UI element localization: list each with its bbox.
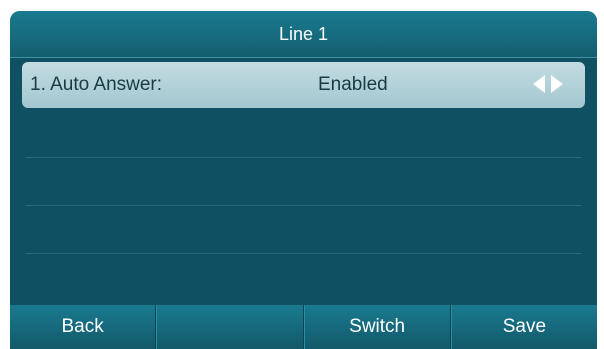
setting-value[interactable]: Enabled: [318, 62, 388, 108]
page-title: Line 1: [278, 23, 329, 44]
value-switcher[interactable]: [533, 75, 563, 93]
softkey-empty[interactable]: [156, 305, 304, 349]
softkey-bar: Back Switch Save: [10, 305, 597, 349]
row-divider: [26, 157, 581, 158]
triangle-right-icon[interactable]: [551, 75, 563, 93]
softkey-save[interactable]: Save: [450, 305, 597, 349]
row-divider: [26, 253, 581, 254]
triangle-left-icon[interactable]: [533, 75, 545, 93]
row-divider: [26, 205, 581, 206]
setting-row-auto-answer[interactable]: 1. Auto Answer: Enabled: [22, 62, 585, 108]
softkey-back[interactable]: Back: [10, 305, 157, 349]
setting-label: 1. Auto Answer:: [30, 74, 163, 95]
phone-screen: Line 1 1. Auto Answer: Enabled Back Swit…: [10, 11, 597, 349]
title-bar: Line 1: [10, 11, 597, 58]
softkey-switch[interactable]: Switch: [303, 305, 451, 349]
